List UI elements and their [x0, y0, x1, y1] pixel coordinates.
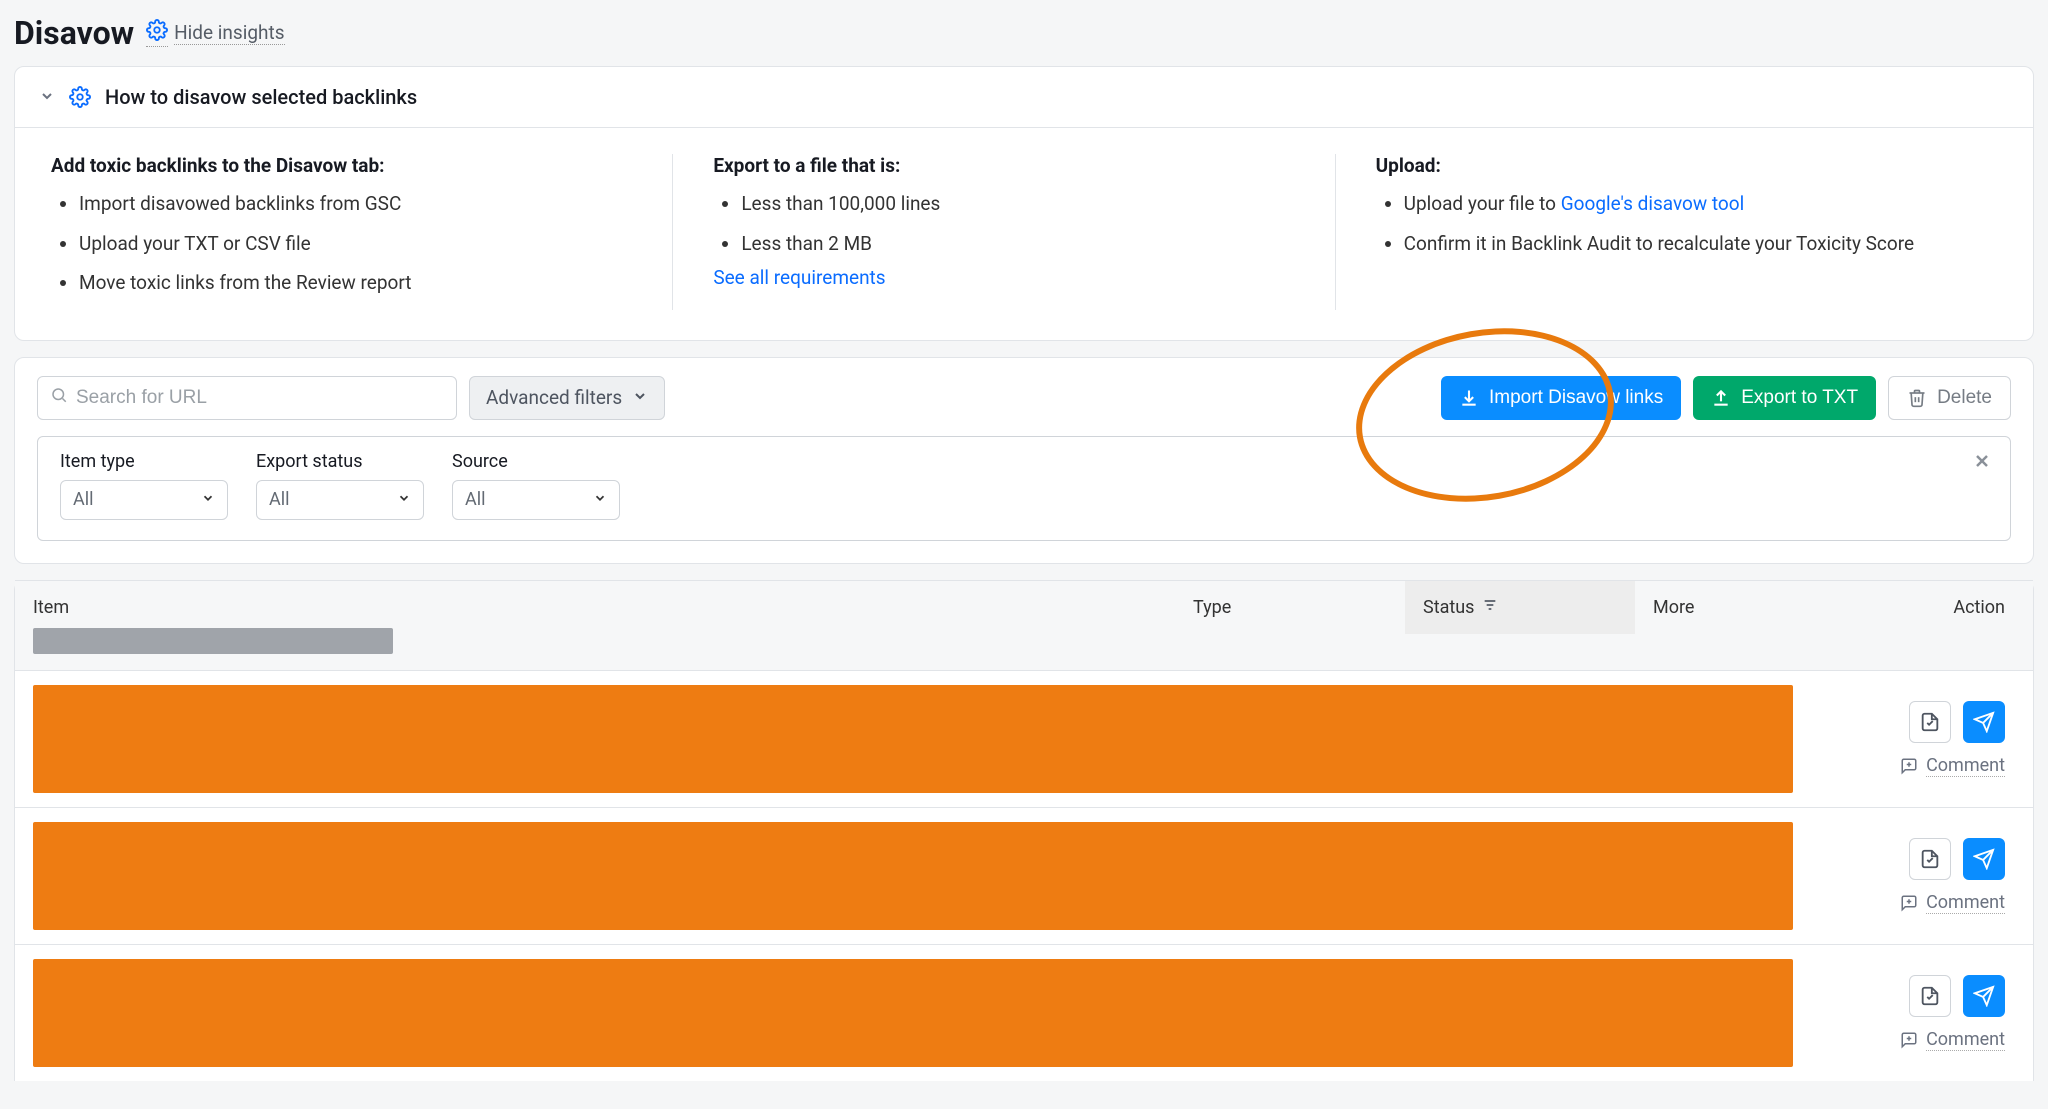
- upload-icon: [1711, 388, 1731, 408]
- redacted-content: [33, 822, 1793, 930]
- trash-icon: [1907, 388, 1927, 408]
- item-type-value: All: [73, 489, 94, 510]
- delete-button[interactable]: Delete: [1888, 376, 2011, 420]
- filter-label: Export status: [256, 451, 424, 472]
- note-button[interactable]: [1909, 701, 1951, 743]
- sort-icon: [1482, 597, 1498, 618]
- export-txt-button[interactable]: Export to TXT: [1693, 376, 1876, 420]
- table: Item Type Status More Action: [14, 580, 2034, 1081]
- row-actions: Comment: [1793, 975, 2015, 1051]
- send-button[interactable]: [1963, 975, 2005, 1017]
- insights-col2-item: Less than 100,000 lines: [741, 191, 1294, 217]
- comment-button[interactable]: Comment: [1900, 1029, 2005, 1051]
- source-select[interactable]: All: [452, 480, 620, 520]
- advanced-filters-label: Advanced filters: [486, 386, 622, 409]
- delete-label: Delete: [1937, 387, 1992, 409]
- send-button[interactable]: [1963, 838, 2005, 880]
- chevron-down-icon: [593, 489, 607, 510]
- insights-col3-item1-prefix: Upload your file to: [1404, 192, 1561, 215]
- hide-insights-button[interactable]: Hide insights: [146, 19, 284, 47]
- page-header: Disavow Hide insights: [14, 14, 2034, 52]
- row-actions: Comment: [1793, 701, 2015, 777]
- insights-col-1: Add toxic backlinks to the Disavow tab: …: [51, 154, 672, 310]
- insights-col1-item: Move toxic links from the Review report: [79, 270, 632, 296]
- comment-label: Comment: [1926, 892, 2005, 914]
- insights-col1-item: Upload your TXT or CSV file: [79, 231, 632, 257]
- comment-button[interactable]: Comment: [1900, 892, 2005, 914]
- gear-icon: [146, 19, 168, 47]
- insights-col3-item: Upload your file to Google's disavow too…: [1404, 191, 1957, 217]
- chevron-down-icon: [39, 85, 55, 109]
- filters-row: Item type All Export status All Source A…: [37, 436, 2011, 541]
- source-value: All: [465, 489, 486, 510]
- filter-export-status: Export status All: [256, 451, 424, 520]
- gear-icon: [69, 86, 91, 108]
- export-status-value: All: [269, 489, 290, 510]
- item-type-select[interactable]: All: [60, 480, 228, 520]
- filter-item-type: Item type All: [60, 451, 228, 520]
- th-type[interactable]: Type: [1175, 581, 1405, 634]
- comment-label: Comment: [1926, 1029, 2005, 1051]
- download-icon: [1459, 388, 1479, 408]
- table-row: Comment: [15, 671, 2033, 808]
- insights-col1-item: Import disavowed backlinks from GSC: [79, 191, 632, 217]
- redacted-content: [33, 959, 1793, 1067]
- table-row: Comment: [15, 945, 2033, 1081]
- table-row: Comment: [15, 808, 2033, 945]
- insights-body: Add toxic backlinks to the Disavow tab: …: [15, 128, 2033, 340]
- chevron-down-icon: [201, 489, 215, 510]
- insights-header[interactable]: How to disavow selected backlinks: [15, 67, 2033, 128]
- advanced-filters-button[interactable]: Advanced filters: [469, 376, 665, 420]
- th-status-label: Status: [1423, 597, 1474, 618]
- redacted-bar: [33, 628, 393, 654]
- send-button[interactable]: [1963, 701, 2005, 743]
- note-button[interactable]: [1909, 838, 1951, 880]
- export-label: Export to TXT: [1741, 387, 1858, 409]
- insights-col3-title: Upload:: [1376, 154, 1957, 177]
- note-button[interactable]: [1909, 975, 1951, 1017]
- google-disavow-link[interactable]: Google's disavow tool: [1561, 192, 1745, 215]
- insights-title: How to disavow selected backlinks: [105, 85, 417, 109]
- insights-card: How to disavow selected backlinks Add to…: [14, 66, 2034, 341]
- th-action: Action: [1820, 581, 2033, 634]
- th-item-label: Item: [33, 597, 1157, 618]
- insights-col2-title: Export to a file that is:: [713, 154, 1294, 177]
- import-label: Import Disavow links: [1489, 387, 1663, 409]
- toolbar-row: Advanced filters Import Disavow links Ex…: [37, 376, 2011, 420]
- th-status[interactable]: Status: [1405, 581, 1635, 634]
- row-actions: Comment: [1793, 838, 2015, 914]
- chevron-down-icon: [632, 386, 648, 409]
- comment-label: Comment: [1926, 755, 2005, 777]
- insights-col-2: Export to a file that is: Less than 100,…: [672, 154, 1334, 310]
- chevron-down-icon: [397, 489, 411, 510]
- search-icon: [50, 386, 68, 409]
- th-more[interactable]: More: [1635, 581, 1820, 634]
- redacted-content: [33, 685, 1793, 793]
- toolbar-card: Advanced filters Import Disavow links Ex…: [14, 357, 2034, 564]
- comment-button[interactable]: Comment: [1900, 755, 2005, 777]
- filter-source: Source All: [452, 451, 620, 520]
- insights-col-3: Upload: Upload your file to Google's dis…: [1335, 154, 1997, 310]
- search-input[interactable]: [76, 387, 444, 409]
- hide-insights-label: Hide insights: [174, 21, 284, 45]
- th-item[interactable]: Item: [15, 581, 1175, 670]
- insights-col2-item: Less than 2 MB: [741, 231, 1294, 257]
- see-all-requirements-link[interactable]: See all requirements: [713, 266, 1294, 289]
- table-body: Comment Comment: [15, 671, 2033, 1081]
- close-filters-button[interactable]: [1972, 451, 1992, 476]
- filter-label: Item type: [60, 451, 228, 472]
- export-status-select[interactable]: All: [256, 480, 424, 520]
- insights-col1-title: Add toxic backlinks to the Disavow tab:: [51, 154, 632, 177]
- insights-col3-item: Confirm it in Backlink Audit to recalcul…: [1404, 231, 1957, 257]
- filter-label: Source: [452, 451, 620, 472]
- import-disavow-button[interactable]: Import Disavow links: [1441, 376, 1681, 420]
- page-title: Disavow: [14, 14, 134, 52]
- search-input-wrap[interactable]: [37, 376, 457, 420]
- table-header: Item Type Status More Action: [15, 580, 2033, 671]
